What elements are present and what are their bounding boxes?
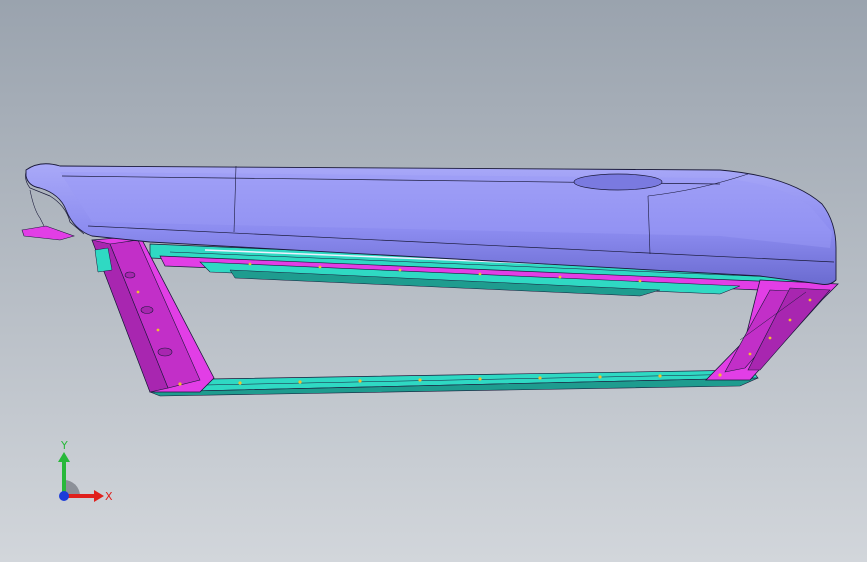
- z-axis-dot-icon: [59, 491, 69, 501]
- graphics-viewport[interactable]: Y X: [0, 0, 867, 562]
- x-axis-label: X: [105, 490, 113, 503]
- y-axis-label: Y: [60, 439, 68, 452]
- coordinate-triad: Y X: [58, 439, 113, 503]
- cad-scene[interactable]: [0, 0, 867, 562]
